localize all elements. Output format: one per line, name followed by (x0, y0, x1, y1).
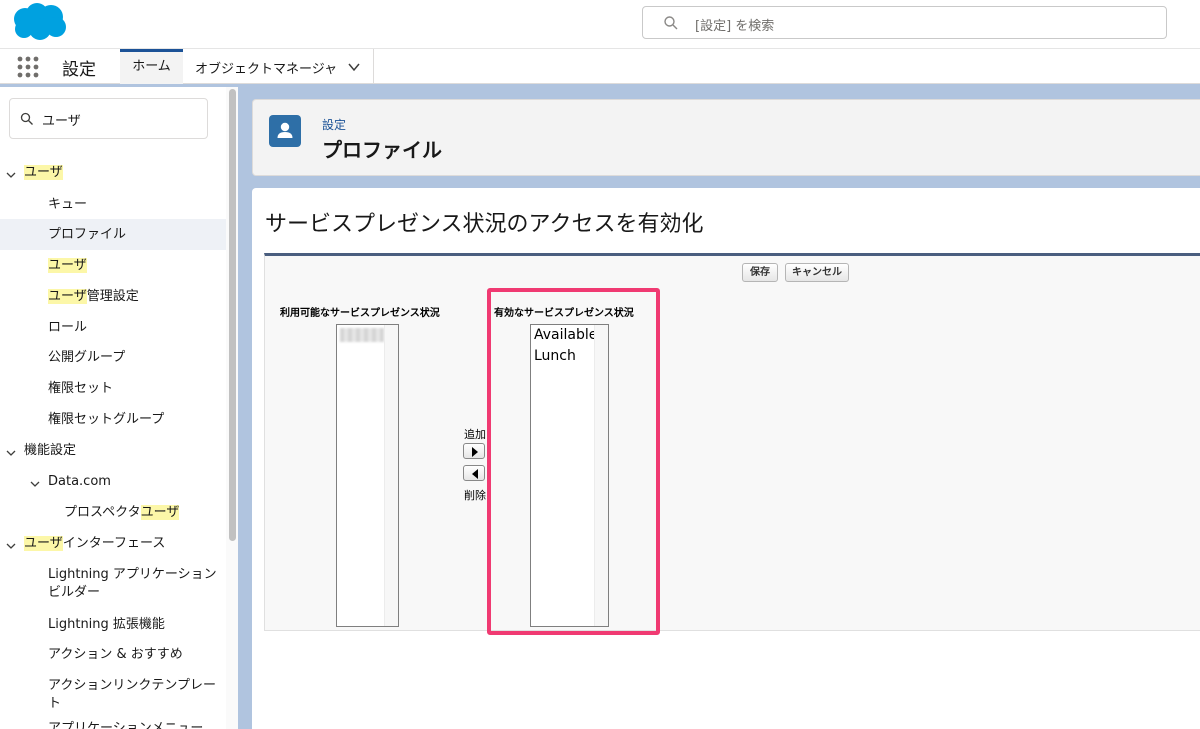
label-text: アプリケーションメニュー (48, 721, 204, 729)
tab-object-manager-label: オブジェクトマネージャ (195, 62, 338, 77)
arrow-left-icon (472, 469, 478, 479)
label-text: プロスペクタ (64, 505, 141, 520)
sidebar-item-label: ユーザ管理設定 (48, 288, 139, 306)
search-match-highlight: ユーザ (140, 505, 180, 520)
chevron-down-icon[interactable] (5, 540, 17, 552)
available-list-label: 利用可能なサービスプレゼンス状況 (280, 308, 440, 319)
search-placeholder: [設定] を検索 (695, 19, 775, 34)
label-text: 管理設定 (86, 289, 139, 304)
label-text: アクション & おすすめ (48, 647, 183, 662)
breadcrumb[interactable]: 設定 (322, 116, 346, 133)
annotation-highlight-box (487, 288, 660, 635)
sidebar-item-label: Lightning 拡張機能 (48, 616, 165, 634)
setup-sidebar: ユーザ ユーザ キュー プロファイル ユーザ ユーザ管理設定 ロール 公開グループ 権限セット… (0, 87, 238, 729)
available-listbox[interactable] (336, 324, 399, 627)
global-search[interactable]: [設定] を検索 (642, 6, 1167, 39)
sidebar-scrollbar-thumb[interactable] (229, 89, 236, 541)
chevron-down-icon[interactable] (5, 447, 17, 459)
app-launcher-icon[interactable] (16, 55, 40, 79)
redacted-item (340, 328, 384, 342)
sidebar-item[interactable]: プロファイル (0, 219, 226, 250)
sidebar-item-label: キュー (48, 196, 87, 214)
quick-find-value: ユーザ (42, 114, 81, 129)
sidebar-item-label: アクションリンクテンプレート (48, 677, 228, 713)
label-text: 公開グループ (48, 350, 126, 365)
sidebar-item-label: 権限セット (48, 380, 113, 398)
page-header: 設定 プロファイル (252, 99, 1200, 176)
listbox-scrollbar[interactable] (384, 325, 398, 626)
sidebar-item-label: Lightning アプリケーションビルダー (48, 566, 228, 602)
profile-icon (269, 115, 301, 147)
save-button[interactable]: 保存 (742, 263, 778, 282)
search-icon (20, 112, 33, 125)
sidebar-item-label: アプリケーションメニュー (48, 720, 203, 729)
add-arrow-button[interactable] (463, 443, 485, 459)
sidebar-item-label: アクション & おすすめ (48, 646, 183, 664)
sidebar-item-label: ユーザインターフェース (24, 535, 165, 553)
remove-label: 削除 (464, 489, 486, 502)
chevron-down-icon[interactable] (5, 169, 17, 181)
label-text: Lightning アプリケーションビルダー (48, 567, 217, 600)
sidebar-item-label: ロール (48, 319, 87, 337)
app-name: 設定 (62, 60, 96, 80)
page-title: プロファイル (322, 138, 442, 162)
tab-home[interactable]: ホーム (120, 49, 183, 84)
sidebar-item-label: 権限セットグループ (48, 411, 164, 429)
tab-object-manager[interactable]: オブジェクトマネージャ (183, 49, 374, 84)
add-label: 追加 (464, 428, 486, 441)
search-icon (664, 16, 678, 30)
sidebar-item-label: 機能設定 (24, 442, 76, 460)
chevron-down-icon[interactable] (29, 478, 41, 490)
label-text: ロール (48, 320, 88, 335)
remove-arrow-button[interactable] (463, 465, 485, 481)
quick-find-input[interactable]: ユーザ (9, 98, 208, 139)
label-text: 権限セット (48, 381, 114, 396)
label-text: プロファイル (48, 227, 127, 242)
global-header: [設定] を検索 (0, 0, 1200, 48)
search-match-highlight: ユーザ (24, 536, 63, 551)
context-bar: 設定 ホーム オブジェクトマネージャ (0, 48, 1200, 84)
label-text: Data.com (48, 474, 111, 489)
cancel-button[interactable]: キャンセル (785, 263, 849, 282)
sidebar-item-label: 公開グループ (48, 349, 125, 367)
chevron-down-icon[interactable] (347, 60, 361, 74)
label-text: アクションリンクテンプレート (48, 678, 216, 711)
label-text: インターフェース (62, 536, 166, 551)
label-text: Lightning 拡張機能 (48, 617, 165, 632)
search-match-highlight: ユーザ (48, 289, 87, 304)
arrow-right-icon (472, 447, 478, 457)
sidebar-item-label: プロスペクタユーザ (64, 504, 180, 522)
sidebar-item-label: プロファイル (48, 226, 126, 244)
search-match-highlight: ユーザ (24, 165, 63, 180)
content-area: サービスプレゼンス状況のアクセスを有効化 保存 キャンセル 利用可能なサービスプ… (252, 188, 1200, 729)
label-text: 機能設定 (24, 443, 77, 458)
sidebar-item-label: Data.com (48, 473, 111, 491)
label-text: 権限セットグループ (48, 412, 165, 427)
edit-panel: 保存 キャンセル 利用可能なサービスプレゼンス状況 追加 削除 有効なサービスプ… (264, 253, 1200, 631)
label-text: キュー (48, 197, 88, 212)
sidebar-item-label: ユーザ (24, 164, 63, 182)
sidebar-item-label: ユーザ (48, 257, 87, 275)
content-title: サービスプレゼンス状況のアクセスを有効化 (265, 212, 704, 237)
search-match-highlight: ユーザ (48, 258, 87, 273)
salesforce-logo[interactable] (10, 2, 68, 42)
